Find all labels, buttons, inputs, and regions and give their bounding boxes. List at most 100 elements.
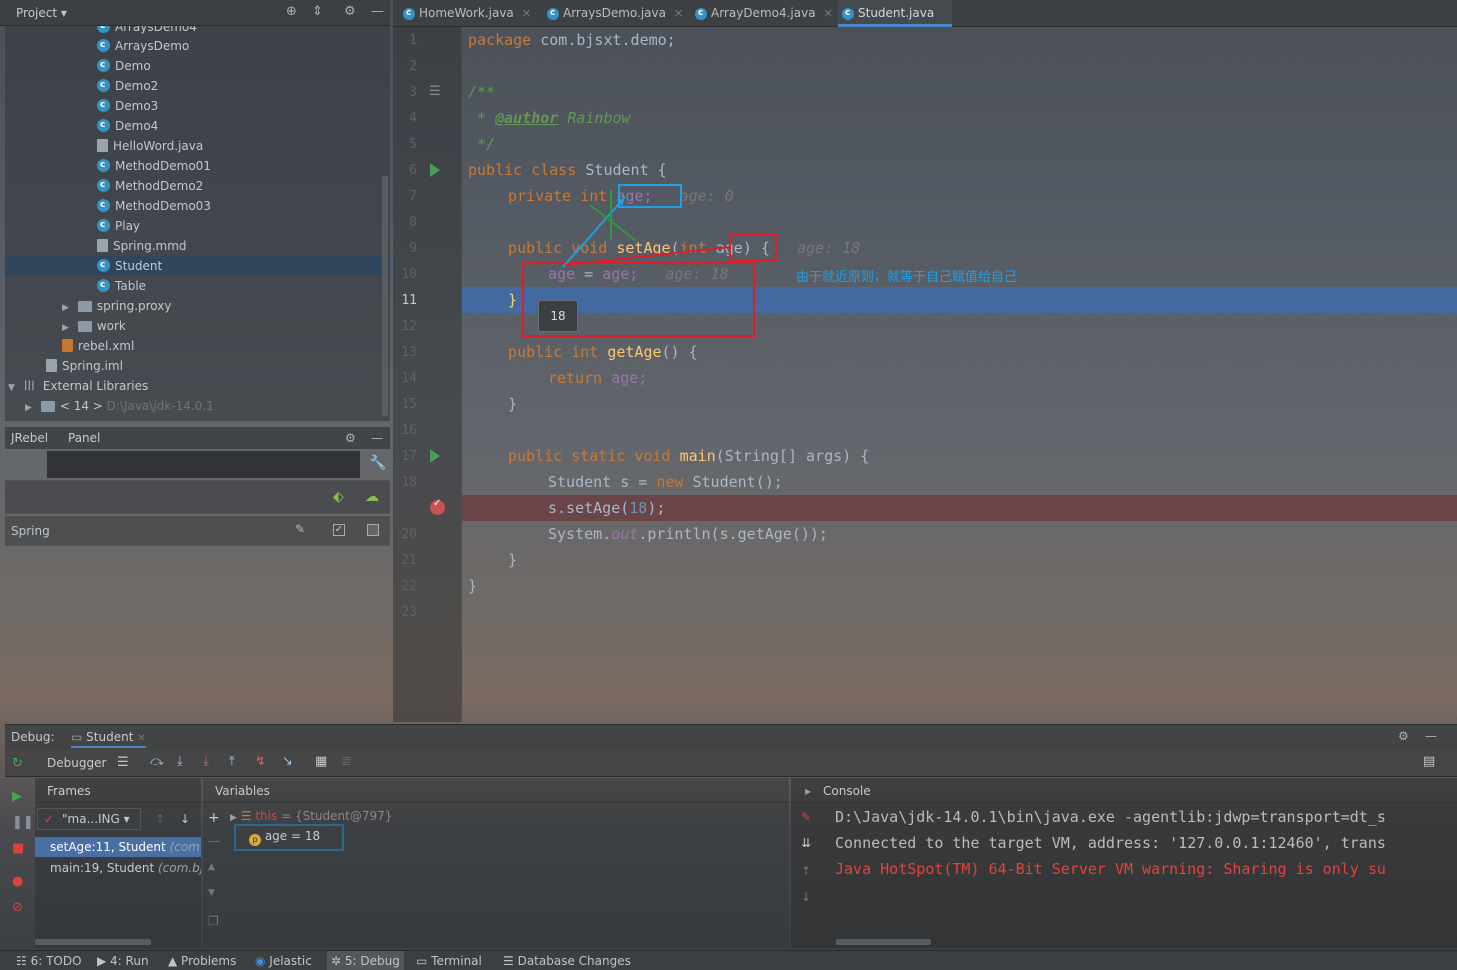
code-line-14[interactable]: return age;	[548, 368, 647, 388]
tab-homework[interactable]: HomeWork.java ✕	[399, 0, 531, 27]
tree-item[interactable]: MethodDemo03	[5, 195, 390, 216]
thread-selector[interactable]: ✓ "ma...ING ▾	[37, 808, 141, 830]
minimize-icon[interactable]: —	[371, 4, 384, 19]
trace-icon[interactable]: ≣	[341, 754, 352, 769]
jrebel-enable-icon[interactable]: ⬖	[333, 489, 344, 505]
scroll-to-end-icon[interactable]: ⇊	[801, 836, 811, 850]
mute-breakpoints-icon[interactable]: ⊘	[12, 900, 23, 915]
resume-icon[interactable]: ▶	[12, 789, 22, 804]
down-stack-icon[interactable]: ↓	[801, 890, 811, 904]
tab-arraysdemo[interactable]: ArraysDemo.java ✕	[543, 0, 683, 27]
tree-item[interactable]: Demo3	[5, 95, 390, 116]
code-line-6[interactable]: public class Student {	[468, 160, 667, 180]
problems-tab[interactable]: ▲ Problems	[168, 954, 236, 968]
expand-arrow-icon[interactable]: ▶	[230, 813, 237, 823]
tree-item[interactable]: ▶ spring.proxy	[5, 296, 390, 316]
force-step-into-icon[interactable]: ⤓	[203, 754, 209, 769]
tree-item[interactable]: ▶ work	[5, 316, 390, 336]
tree-item[interactable]: ▼ External Libraries	[5, 376, 390, 396]
jrebel-tab[interactable]: JRebel	[11, 431, 48, 445]
code-line-5[interactable]: */	[468, 134, 495, 154]
console-scrollbar[interactable]	[836, 939, 931, 945]
remote-checkbox[interactable]	[367, 524, 379, 536]
threads-icon[interactable]: ☰	[117, 755, 129, 770]
variable-age[interactable]: p age = 18	[249, 829, 320, 846]
add-watch-icon[interactable]: +	[208, 810, 220, 826]
close-icon[interactable]: ✕	[522, 7, 531, 20]
code-line-11[interactable]: }	[508, 290, 517, 310]
code-line-20[interactable]: System.out.println(s.getAge());	[548, 524, 828, 544]
tab-student[interactable]: Student.java	[838, 0, 952, 27]
tab-arraydemo4[interactable]: ArrayDemo4.java ✕	[691, 0, 833, 27]
down-icon[interactable]: ↓	[180, 812, 190, 826]
move-down-icon[interactable]: ▼	[208, 888, 215, 898]
code-line-1[interactable]: package com.bjsxt.demo;	[468, 30, 676, 50]
run-main-icon[interactable]	[430, 449, 440, 463]
run-class-icon[interactable]	[430, 163, 440, 177]
up-icon[interactable]: ↑	[155, 812, 165, 826]
move-up-icon[interactable]: ▲	[208, 862, 215, 872]
tree-item[interactable]: Play	[5, 215, 390, 236]
rerun-icon[interactable]: ↻	[12, 756, 23, 771]
tree-scrollbar[interactable]	[382, 176, 388, 416]
layout-icon[interactable]: ▤	[1423, 754, 1435, 769]
jrebel-remote-icon[interactable]: ☁	[365, 489, 379, 505]
code-line-17[interactable]: public static void main(String[] args) {	[508, 446, 869, 466]
jelastic-tab[interactable]: ◉ Jelastic	[255, 954, 312, 968]
gear-icon[interactable]: ⚙	[345, 431, 356, 445]
gear-icon[interactable]: ⚙	[344, 4, 356, 19]
tree-item[interactable]: HelloWord.java	[5, 136, 390, 156]
remove-watch-icon[interactable]: —	[208, 834, 220, 848]
code-line-18[interactable]: Student s = new Student();	[548, 472, 783, 492]
close-icon[interactable]: ✕	[137, 733, 145, 744]
up-stack-icon[interactable]: ↑	[801, 864, 811, 878]
minimize-icon[interactable]: —	[371, 431, 383, 445]
tree-item[interactable]: Table	[5, 275, 390, 296]
minimize-icon[interactable]: —	[1425, 729, 1437, 743]
frames-scrollbar[interactable]	[35, 939, 151, 945]
code-line-4[interactable]: * @author Rainbow	[468, 108, 631, 128]
evaluate-icon[interactable]: ▦	[315, 754, 327, 769]
tree-item[interactable]: Demo4	[5, 115, 390, 136]
close-icon[interactable]: ✕	[674, 7, 683, 20]
tree-item[interactable]: MethodDemo2	[5, 175, 390, 196]
tree-item[interactable]: ▶ < 14 > D:\Java\jdk-14.0.1	[5, 396, 390, 416]
database-changes-tab[interactable]: ☰ Database Changes	[503, 954, 631, 968]
tree-item[interactable]: Demo	[5, 55, 390, 76]
expand-arrow-icon[interactable]: ▶	[62, 318, 74, 338]
project-title[interactable]: Project ▾	[16, 6, 67, 20]
code-line-22[interactable]: }	[468, 576, 477, 596]
drop-frame-icon[interactable]: ↯	[255, 754, 266, 769]
code-line-15[interactable]: }	[508, 394, 517, 414]
tree-item[interactable]: Demo2	[5, 75, 390, 96]
code-line-21[interactable]: }	[508, 550, 517, 570]
variable-this[interactable]: ▶ ☰ this = {Student@797}	[230, 809, 392, 823]
clear-console-icon[interactable]: ✎	[801, 810, 811, 824]
pause-icon[interactable]: ❚❚	[12, 815, 34, 830]
tree-item[interactable]: ArraysDemo	[5, 35, 390, 56]
view-breakpoints-icon[interactable]: ●	[12, 874, 23, 889]
tree-item[interactable]: Spring.iml	[5, 356, 390, 376]
copy-icon[interactable]: ❐	[208, 914, 219, 928]
stop-icon[interactable]: ■	[12, 841, 24, 856]
doc-render-icon[interactable]: ☰	[429, 84, 441, 99]
locate-icon[interactable]: ⊕	[286, 4, 297, 19]
tree-item[interactable]: MethodDemo01	[5, 155, 390, 176]
expand-arrow-icon[interactable]: ▶	[62, 298, 74, 318]
collapse-arrow-icon[interactable]: ▼	[8, 378, 20, 398]
panel-tab[interactable]: Panel	[68, 431, 100, 445]
tree-item[interactable]: rebel.xml	[5, 336, 390, 356]
rebel-checkbox[interactable]: ✓	[333, 524, 345, 536]
terminal-tab[interactable]: ▭ Terminal	[416, 954, 482, 968]
code-line-19[interactable]: s.setAge(18);	[548, 498, 665, 518]
todo-tab[interactable]: ☷ 6: TODO	[16, 954, 82, 968]
pencil-icon[interactable]: ✎	[295, 522, 305, 536]
wrench-icon[interactable]: 🔧	[369, 455, 386, 471]
run-to-cursor-icon[interactable]: ↘	[282, 754, 293, 769]
step-over-icon[interactable]: ⤼	[150, 754, 164, 769]
collapse-icon[interactable]: ⇕	[312, 4, 323, 19]
step-into-icon[interactable]: ⤓	[177, 754, 183, 769]
tree-item-selected[interactable]: Student	[5, 255, 390, 276]
frame-row[interactable]: main:19, Student (com.bjs	[35, 858, 201, 878]
debugger-tab[interactable]: Debugger	[47, 756, 106, 770]
